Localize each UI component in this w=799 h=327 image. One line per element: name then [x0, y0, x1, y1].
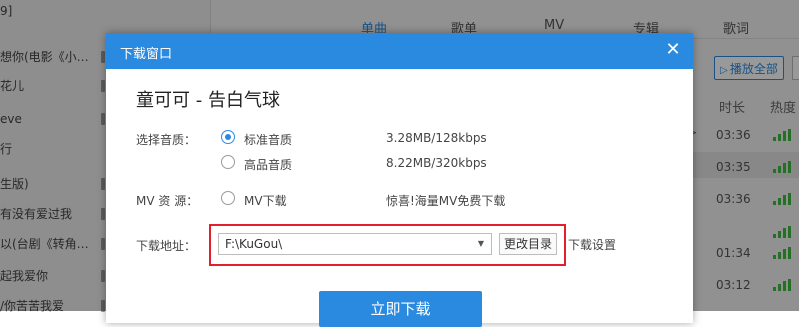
- mv-promo-text: 惊喜!海量MV免费下载: [386, 194, 506, 208]
- change-directory-button[interactable]: 更改目录: [499, 233, 557, 255]
- quality-standard-label[interactable]: 标准音质: [244, 131, 292, 148]
- quality-label: 选择音质：: [136, 133, 197, 147]
- close-icon[interactable]: ✕: [663, 40, 683, 60]
- dialog-header: 下载窗口 ✕: [106, 33, 693, 69]
- quality-high-label[interactable]: 高品音质: [244, 156, 292, 173]
- mv-download-label[interactable]: MV下载: [244, 192, 287, 209]
- download-path-value: F:\KuGou\: [225, 237, 283, 251]
- download-now-button[interactable]: 立即下载: [319, 291, 482, 327]
- chevron-down-icon[interactable]: ▼: [471, 234, 491, 254]
- quality-high-size: 8.22MB/320kbps: [386, 156, 487, 170]
- mv-label: MV 资 源：: [136, 194, 199, 208]
- download-dialog: 下载窗口 ✕ 童可可 - 告白气球 选择音质： 标准音质 3.28MB/128k…: [106, 33, 693, 327]
- mv-download-radio[interactable]: [221, 191, 235, 205]
- dialog-title: 下载窗口: [120, 47, 173, 62]
- quality-standard-radio[interactable]: [221, 130, 235, 144]
- song-title: 童可可 - 告白气球: [136, 90, 280, 111]
- path-label: 下载地址：: [136, 239, 197, 253]
- download-settings-link[interactable]: 下载设置: [568, 236, 616, 253]
- quality-high-radio[interactable]: [221, 155, 235, 169]
- quality-standard-size: 3.28MB/128kbps: [386, 131, 487, 145]
- download-path-select[interactable]: F:\KuGou\ ▼: [218, 233, 492, 255]
